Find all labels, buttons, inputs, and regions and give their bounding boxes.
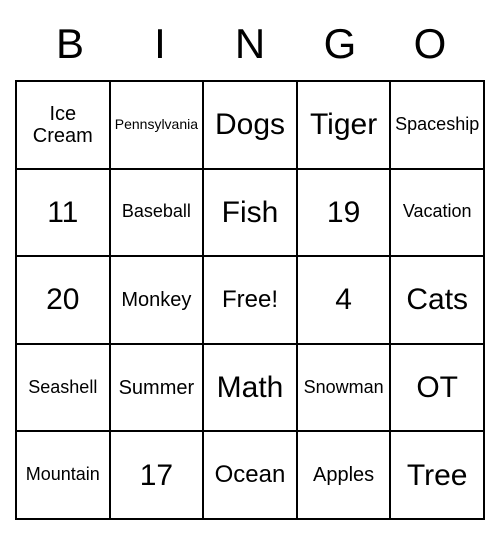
bingo-cell[interactable]: Apples <box>297 431 391 519</box>
bingo-cell-free[interactable]: Free! <box>203 256 297 344</box>
bingo-cell[interactable]: Spaceship <box>390 81 484 169</box>
bingo-cell[interactable]: Math <box>203 344 297 432</box>
bingo-cell[interactable]: Tree <box>390 431 484 519</box>
bingo-cell[interactable]: Snowman <box>297 344 391 432</box>
bingo-cell[interactable]: 19 <box>297 169 391 257</box>
bingo-cell[interactable]: Ocean <box>203 431 297 519</box>
header-letter-o: O <box>385 20 475 68</box>
header-letter-i: I <box>115 20 205 68</box>
bingo-cell[interactable]: OT <box>390 344 484 432</box>
bingo-cell[interactable]: Mountain <box>16 431 110 519</box>
bingo-cell[interactable]: Seashell <box>16 344 110 432</box>
bingo-cell[interactable]: Ice Cream <box>16 81 110 169</box>
bingo-cell[interactable]: 20 <box>16 256 110 344</box>
bingo-header: B I N G O <box>15 20 485 68</box>
bingo-grid: Ice Cream Pennsylvania Dogs Tiger Spaces… <box>15 80 485 520</box>
bingo-cell[interactable]: Summer <box>110 344 204 432</box>
bingo-cell[interactable]: 17 <box>110 431 204 519</box>
header-letter-b: B <box>25 20 115 68</box>
bingo-cell[interactable]: Fish <box>203 169 297 257</box>
bingo-cell[interactable]: Cats <box>390 256 484 344</box>
bingo-cell[interactable]: Pennsylvania <box>110 81 204 169</box>
bingo-cell[interactable]: Tiger <box>297 81 391 169</box>
bingo-cell[interactable]: 11 <box>16 169 110 257</box>
bingo-cell[interactable]: Baseball <box>110 169 204 257</box>
header-letter-g: G <box>295 20 385 68</box>
bingo-cell[interactable]: Vacation <box>390 169 484 257</box>
bingo-cell[interactable]: 4 <box>297 256 391 344</box>
header-letter-n: N <box>205 20 295 68</box>
bingo-cell[interactable]: Monkey <box>110 256 204 344</box>
bingo-cell[interactable]: Dogs <box>203 81 297 169</box>
